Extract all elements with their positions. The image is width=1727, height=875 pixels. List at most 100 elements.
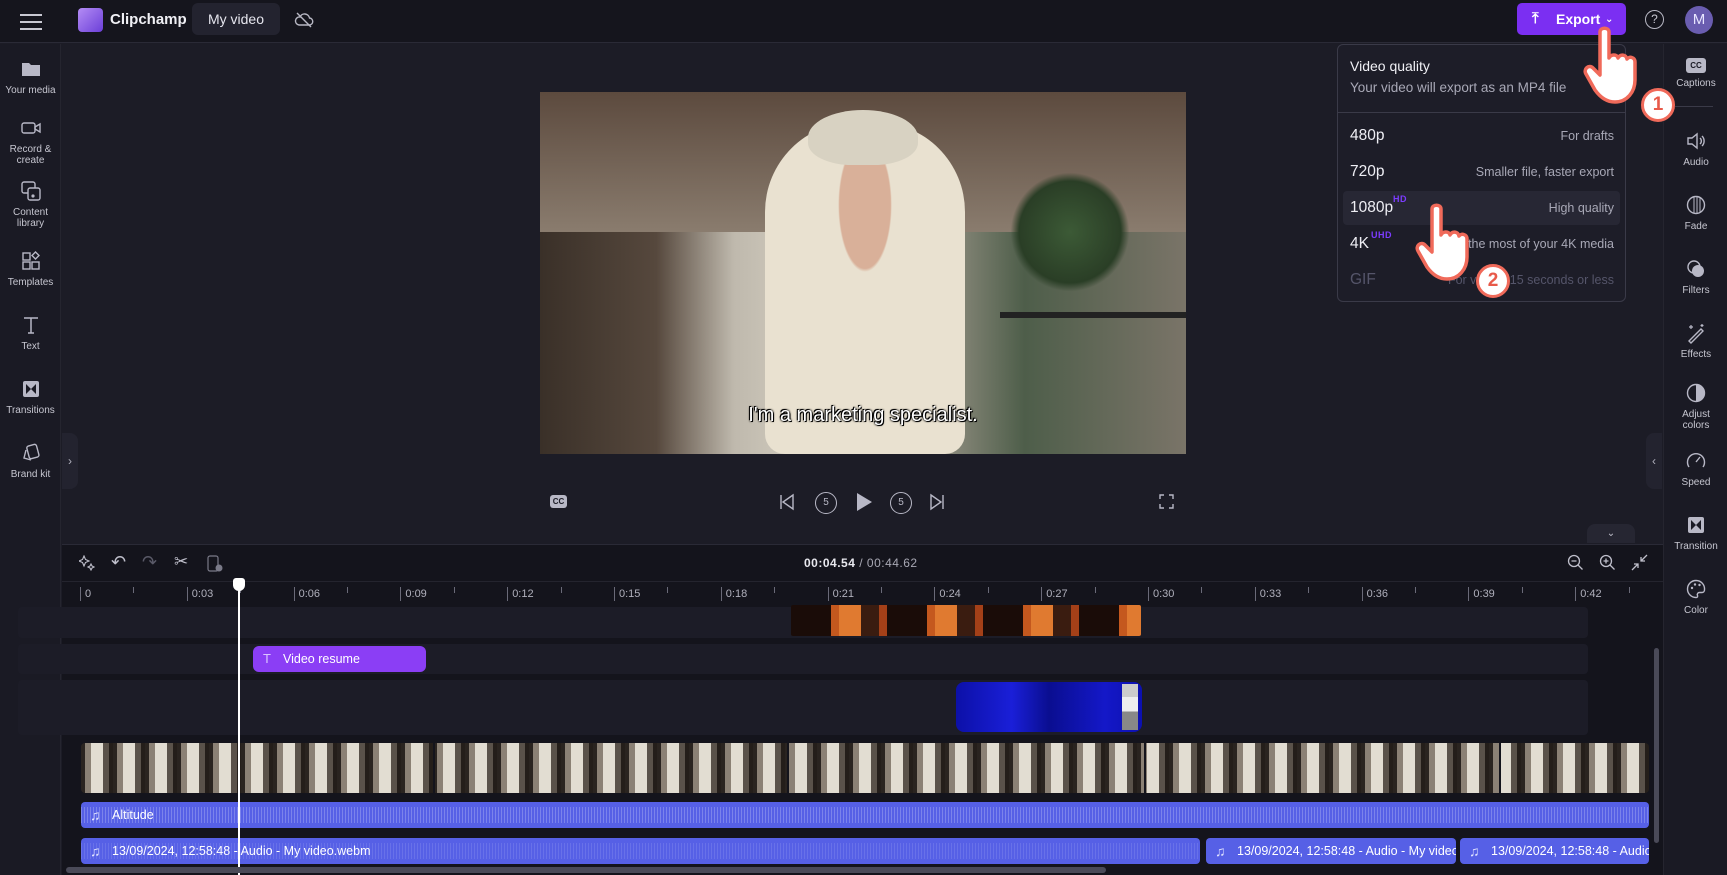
playhead-handle[interactable] xyxy=(233,578,245,591)
ruler-minor-tick xyxy=(133,587,135,593)
upload-icon: ⤒ xyxy=(1532,10,1539,27)
app-name: Clipchamp xyxy=(110,11,187,28)
add-media-icon[interactable] xyxy=(207,555,223,573)
sidebar-item-label: Transitions xyxy=(6,405,55,416)
sidebar-item-transition[interactable]: Transition xyxy=(1664,514,1727,552)
video-preview[interactable] xyxy=(540,92,1186,454)
expand-right-panel-button[interactable]: ‹ xyxy=(1646,433,1662,489)
quality-option-720p[interactable]: 720p Smaller file, faster export xyxy=(1343,155,1620,189)
ruler-tick-label: 0:15 xyxy=(614,587,640,601)
clip-split xyxy=(1144,743,1146,793)
help-icon[interactable]: ? xyxy=(1645,10,1664,29)
fullscreen-icon[interactable] xyxy=(1159,494,1174,509)
text-clip-label: Video resume xyxy=(283,652,360,666)
quality-option-1080p[interactable]: 1080p HD High quality xyxy=(1343,191,1620,225)
transitions-icon xyxy=(22,381,39,397)
fit-to-window-icon[interactable] xyxy=(1631,554,1648,571)
ruler-tick-label: 0:39 xyxy=(1468,587,1495,601)
sidebar-item-speed[interactable]: Speed xyxy=(1664,450,1727,488)
collapse-timeline-button[interactable]: ⌄ xyxy=(1587,524,1635,543)
timeline-horizontal-scrollbar[interactable] xyxy=(66,867,1106,873)
fade-icon xyxy=(1686,195,1706,215)
time-display: 00:04.54 / 00:44.62 xyxy=(804,556,918,570)
audio-clip-label: 13/09/2024, 12:58:48 - Audio - My video xyxy=(1237,844,1456,858)
camera-icon xyxy=(20,122,41,134)
ruler-tick-label: 0:21 xyxy=(827,587,854,601)
timeline-ruler[interactable]: 0 0:03 0:06 0:09 0:12 0:15 0:18 0:21 0:24 0:27 0:3… xyxy=(62,581,1663,603)
microphone-sticker-clip[interactable] xyxy=(956,682,1142,732)
video-shelf xyxy=(1000,312,1186,318)
forward-5s-icon[interactable]: 5 xyxy=(890,492,912,514)
time-separator: / xyxy=(855,556,867,570)
sidebar-item-your-media[interactable]: Your media xyxy=(0,58,61,96)
ruler-tick-label: 0:09 xyxy=(400,587,427,601)
step-badge-1: 1 xyxy=(1641,88,1675,122)
expand-left-panel-button[interactable]: › xyxy=(62,433,78,489)
sidebar-item-label: Content xyxy=(12,207,49,218)
timeline-vertical-scrollbar[interactable] xyxy=(1654,648,1659,843)
magic-tool-icon[interactable] xyxy=(79,555,95,571)
sidebar-item-color[interactable]: Color xyxy=(1664,578,1727,616)
stage-video-clip[interactable] xyxy=(791,605,1141,636)
sidebar-item-label: Color xyxy=(1684,605,1708,616)
quality-label: GIF xyxy=(1350,271,1376,288)
sidebar-item-record-create[interactable]: Record & create xyxy=(0,117,61,166)
sidebar-item-filters[interactable]: Filters xyxy=(1664,258,1727,296)
library-icon xyxy=(20,181,41,201)
quality-option-480p[interactable]: 480p For drafts xyxy=(1343,119,1620,153)
pointer-hand-icon xyxy=(1415,203,1469,281)
play-icon[interactable] xyxy=(854,491,874,513)
sidebar-item-fade[interactable]: Fade xyxy=(1664,194,1727,232)
audio-clip-label: 13/09/2024, 12:58:48 - Audio - My video.… xyxy=(1491,844,1649,858)
audio-clip-recording[interactable]: ♫ 13/09/2024, 12:58:48 - Audio - My vide… xyxy=(81,838,1200,864)
audio-icon xyxy=(1687,132,1705,150)
rewind-5s-icon[interactable]: 5 xyxy=(815,492,837,514)
microphone-icon xyxy=(1122,684,1138,730)
ruler-tick-label: 0:18 xyxy=(720,587,747,601)
sidebar-item-audio[interactable]: Audio xyxy=(1664,130,1727,168)
redo-icon[interactable]: ↷ xyxy=(142,552,157,573)
folder-icon xyxy=(21,63,40,76)
audio-clip-recording[interactable]: ♫ 13/09/2024, 12:58:48 - Audio - My vide… xyxy=(1460,838,1649,864)
sidebar-item-templates[interactable]: Templates xyxy=(0,250,61,288)
playhead[interactable] xyxy=(238,581,240,875)
sidebar-item-label: Templates xyxy=(7,277,54,288)
main-video-clip[interactable] xyxy=(81,743,1649,793)
sidebar-item-transitions[interactable]: Transitions xyxy=(0,378,61,416)
avatar[interactable]: M xyxy=(1685,6,1713,34)
undo-icon[interactable]: ↶ xyxy=(111,552,126,573)
ruler-tick-label: 0:33 xyxy=(1254,587,1281,601)
scissors-icon[interactable]: ✂ xyxy=(174,552,188,572)
top-bar: Clipchamp My video ⤒ Export ⌄ ? M xyxy=(0,0,1727,43)
text-clip[interactable]: T Video resume xyxy=(253,646,426,672)
sidebar-item-effects[interactable]: Effects xyxy=(1664,322,1727,360)
hd-badge: HD xyxy=(1393,194,1407,204)
ruler-minor-tick xyxy=(774,587,776,593)
skip-to-start-icon[interactable] xyxy=(778,493,796,511)
sidebar-item-label: Audio xyxy=(1683,157,1709,168)
zoom-out-icon[interactable] xyxy=(1567,554,1584,571)
project-title[interactable]: My video xyxy=(192,3,280,35)
sidebar-item-content-library[interactable]: Content library xyxy=(0,180,61,229)
ruler-tick-label: 0:36 xyxy=(1361,587,1388,601)
sidebar-item-text[interactable]: Text xyxy=(0,314,61,352)
menu-subtitle: Your video will export as an MP4 file xyxy=(1350,80,1567,95)
ruler-tick-label: 0:03 xyxy=(186,587,213,601)
sidebar-item-label: Adjust xyxy=(1682,409,1710,420)
audio-clip-altitude[interactable]: ♫ Altitude xyxy=(81,802,1649,828)
ruler-minor-tick xyxy=(1521,587,1523,593)
zoom-in-icon[interactable] xyxy=(1599,554,1616,571)
cloud-off-icon[interactable] xyxy=(294,10,314,30)
effects-icon xyxy=(1688,324,1704,344)
sidebar-item-captions[interactable]: CC Captions xyxy=(1664,58,1727,89)
captions-toggle-button[interactable]: CC xyxy=(550,495,567,508)
video-person-hair xyxy=(808,110,918,165)
skip-to-end-icon[interactable] xyxy=(928,493,946,511)
sidebar-item-adjust-colors[interactable]: Adjust colors xyxy=(1664,382,1727,431)
hamburger-icon[interactable] xyxy=(20,11,42,30)
quality-option-4k[interactable]: 4K UHD Make the most of your 4K media xyxy=(1343,227,1620,261)
clip-split xyxy=(433,743,435,793)
audio-clip-recording[interactable]: ♫ 13/09/2024, 12:58:48 - Audio - My vide… xyxy=(1206,838,1456,864)
sidebar-item-brand-kit[interactable]: Brand kit xyxy=(0,442,61,480)
sidebar-item-label: Record & xyxy=(9,144,52,155)
